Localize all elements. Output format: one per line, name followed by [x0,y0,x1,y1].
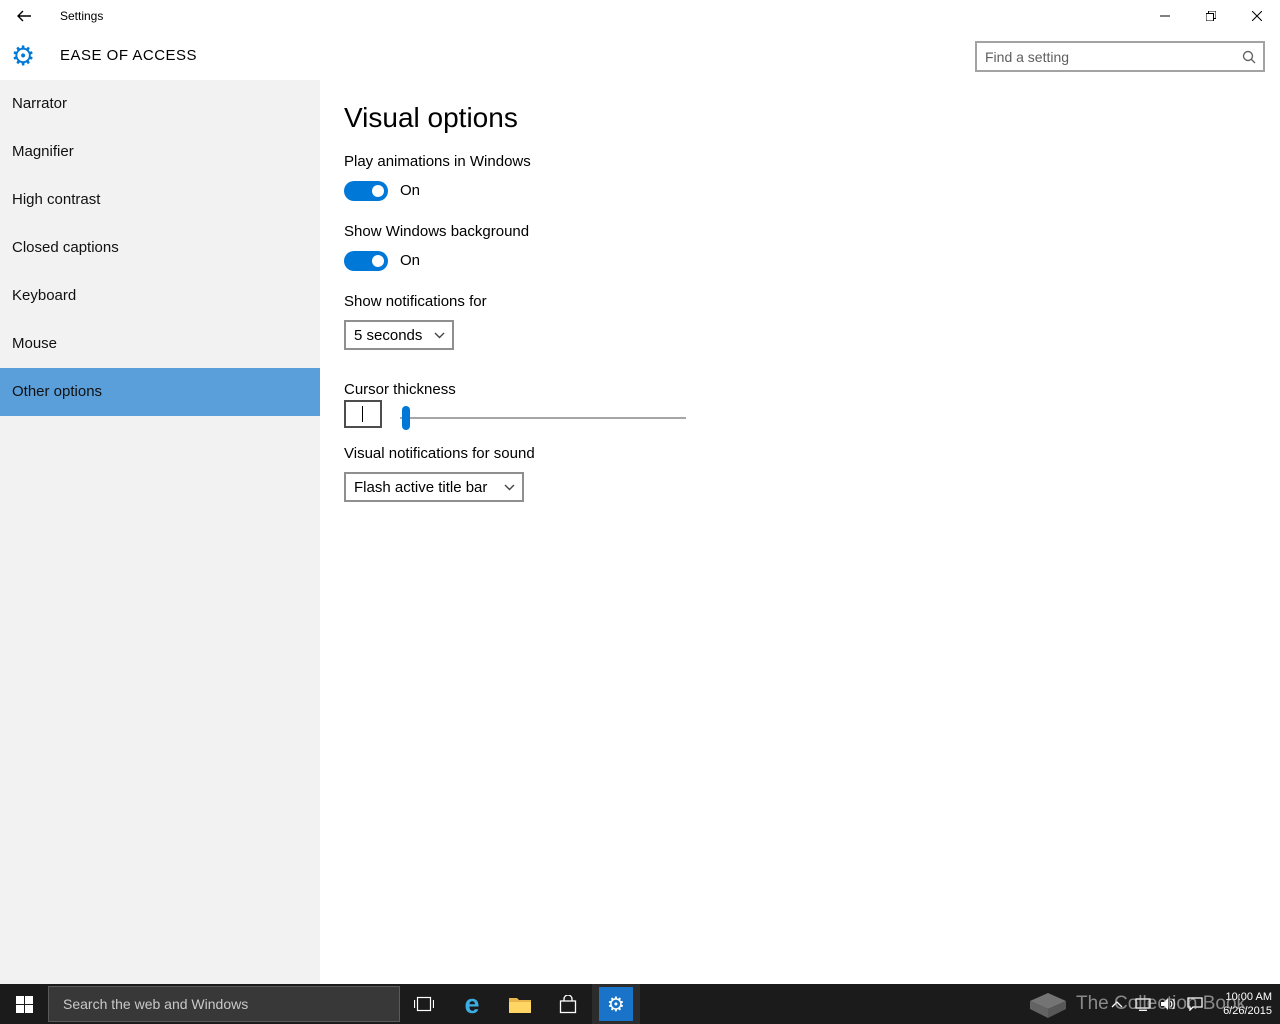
sidebar-item-magnifier[interactable]: Magnifier [0,128,320,176]
settings-gear-icon: ⚙ [11,32,35,80]
taskbar-search-box [48,986,400,1022]
sidebar-item-closed-captions[interactable]: Closed captions [0,224,320,272]
show-background-state: On [400,251,420,271]
minimize-icon [1160,11,1170,21]
chevron-down-icon [434,332,445,339]
sidebar-item-mouse[interactable]: Mouse [0,320,320,368]
taskbar-search-input[interactable] [49,996,399,1012]
restore-icon [1206,11,1216,21]
toggle-knob [372,255,384,267]
sidebar: Narrator Magnifier High contrast Closed … [0,80,320,984]
show-background-toggle[interactable] [344,251,388,271]
task-view-button[interactable] [400,984,448,1024]
file-explorer-button[interactable] [496,984,544,1024]
page-title: Visual options [344,102,518,134]
close-button[interactable] [1234,0,1280,32]
header: ⚙ EASE OF ACCESS [0,32,1280,80]
cursor-thickness-slider[interactable] [400,406,686,430]
clock-date: 6/26/2015 [1208,1004,1272,1018]
start-button[interactable] [0,984,48,1024]
sidebar-item-high-contrast[interactable]: High contrast [0,176,320,224]
cursor-caret [362,406,363,422]
volume-icon[interactable] [1156,984,1182,1024]
window-controls [1142,0,1280,32]
taskbar: e ⚙ 10:00 AM 6/26/2015 [0,984,1280,1024]
restore-button[interactable] [1188,0,1234,32]
page-category-title: EASE OF ACCESS [60,32,197,80]
settings-window: Settings ⚙ EASE OF ACCESS Narrator Magni… [0,0,1280,1024]
visual-notifications-label: Visual notifications for sound [344,445,535,462]
action-center-icon[interactable] [1182,984,1208,1024]
cursor-thickness-preview [344,400,382,428]
window-title: Settings [60,0,103,32]
clock-time: 10:00 AM [1208,990,1272,1004]
sidebar-item-other-options[interactable]: Other options [0,368,320,416]
notification-duration-dropdown[interactable]: 5 seconds [344,320,454,350]
slider-track [400,417,686,419]
show-notifications-label: Show notifications for [344,293,487,310]
store-bag-icon [559,995,577,1014]
back-button[interactable] [0,0,48,32]
tray-chevron-up-icon[interactable] [1104,984,1130,1024]
visual-notifications-dropdown[interactable]: Flash active title bar [344,472,524,502]
slider-thumb[interactable] [402,406,410,430]
folder-icon [509,996,531,1013]
sidebar-item-narrator[interactable]: Narrator [0,80,320,128]
minimize-button[interactable] [1142,0,1188,32]
edge-icon: e [464,991,479,1018]
system-tray: 10:00 AM 6/26/2015 [1104,984,1280,1024]
play-animations-toggle[interactable] [344,181,388,201]
play-animations-label: Play animations in Windows [344,153,531,170]
settings-gear-tile-icon: ⚙ [599,987,633,1021]
dropdown-value: Flash active title bar [346,479,504,496]
find-setting-searchbox [975,41,1265,72]
show-background-label: Show Windows background [344,223,529,240]
cursor-thickness-label: Cursor thickness [344,381,456,398]
titlebar: Settings [0,0,1280,32]
search-input[interactable] [977,49,1242,65]
dropdown-value: 5 seconds [346,327,434,344]
network-icon[interactable] [1130,984,1156,1024]
toggle-knob [372,185,384,197]
play-animations-state: On [400,181,420,201]
main-content: Visual options Play animations in Window… [320,80,1280,984]
windows-logo-icon [16,996,33,1013]
store-button[interactable] [544,984,592,1024]
task-view-icon [414,996,434,1012]
edge-button[interactable]: e [448,984,496,1024]
back-arrow-icon [16,10,32,22]
settings-app-button[interactable]: ⚙ [592,984,640,1024]
sidebar-item-keyboard[interactable]: Keyboard [0,272,320,320]
taskbar-clock[interactable]: 10:00 AM 6/26/2015 [1208,990,1280,1018]
search-icon[interactable] [1242,50,1256,64]
chevron-down-icon [504,484,515,491]
close-icon [1252,11,1262,21]
